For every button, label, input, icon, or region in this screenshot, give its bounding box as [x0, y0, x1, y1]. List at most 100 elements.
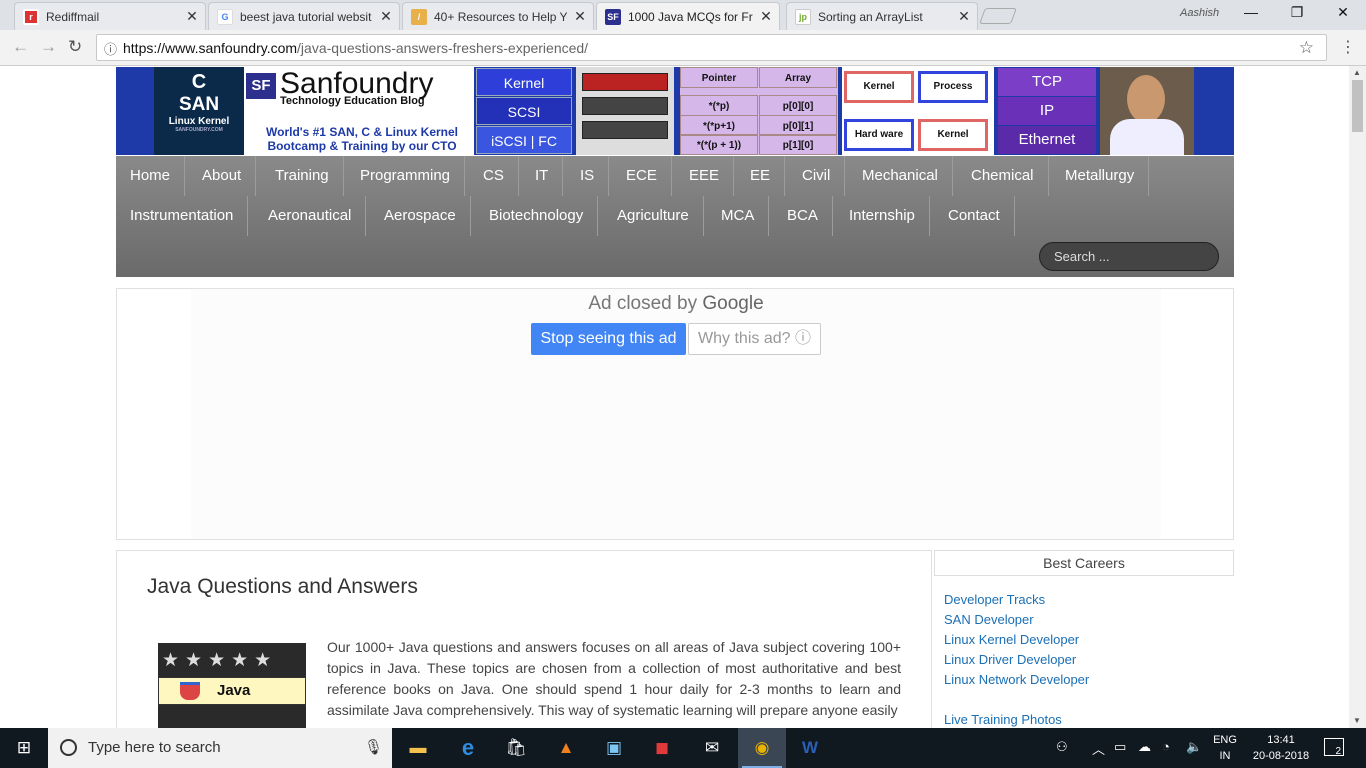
nav-item-about[interactable]: About	[188, 156, 257, 196]
rediffmail-icon: r	[23, 8, 39, 25]
sidebar-link-linux-network-developer[interactable]: Linux Network Developer	[944, 672, 1089, 692]
chrome-icon[interactable]: ◉	[738, 728, 786, 768]
ptr-cell: p[0][0]	[759, 95, 837, 116]
profile-name[interactable]: Aashish	[1180, 7, 1219, 19]
ptr-cell: p[0][1]	[759, 115, 837, 136]
ptr-cell: *(*(p + 1))	[680, 134, 758, 155]
cloud-icon[interactable]: ☁	[1138, 739, 1151, 755]
word-icon[interactable]: W	[786, 728, 834, 768]
store-icon[interactable]: 🛍	[492, 728, 540, 768]
nav-item-chemical[interactable]: Chemical	[957, 156, 1049, 196]
show-hidden-icons-icon[interactable]: ︿	[1092, 739, 1105, 758]
edge-icon[interactable]: e	[444, 728, 492, 768]
nav-item-agriculture[interactable]: Agriculture	[603, 196, 704, 236]
sanfoundry-logo[interactable]: SF Sanfoundry Technology Education Blog …	[244, 67, 474, 155]
nav-item-civil[interactable]: Civil	[788, 156, 846, 196]
region-code: IN	[1219, 750, 1231, 762]
nav-item-cs[interactable]: CS	[469, 156, 519, 196]
bookmark-star-icon[interactable]: ☆	[1299, 38, 1314, 58]
action-center-icon[interactable]: 2	[1324, 738, 1344, 757]
nav-item-internship[interactable]: Internship	[835, 196, 930, 236]
reload-icon[interactable]: ↻	[68, 37, 82, 57]
microphone-icon[interactable]: 🎙	[364, 728, 383, 768]
close-tab-icon[interactable]: ✕	[379, 8, 393, 25]
nav-item-biotechnology[interactable]: Biotechnology	[475, 196, 599, 236]
cortana-icon	[60, 739, 77, 756]
sidebar-link-san-developer[interactable]: SAN Developer	[944, 612, 1089, 632]
remote-desktop-icon[interactable]: ▣	[590, 728, 638, 768]
tab-rediffmail[interactable]: r Rediffmail ✕	[14, 2, 206, 30]
close-tab-icon[interactable]: ✕	[185, 8, 199, 25]
main-nav-menu: Home About Training Programming CS IT IS…	[116, 156, 1234, 277]
restore-icon[interactable]: ❐	[1282, 4, 1312, 21]
nav-item-home[interactable]: Home	[116, 156, 186, 196]
banner-san-text: SAN	[178, 94, 220, 115]
proc-box: Hard ware	[844, 119, 914, 151]
wifi-icon[interactable]: ◔	[1162, 739, 1170, 754]
nav-item-mechanical[interactable]: Mechanical	[848, 156, 953, 196]
site-banner[interactable]: C SAN Linux Kernel SANFOUNDRY.COM SF San…	[116, 67, 1234, 155]
tab-sorting-arraylist[interactable]: jp Sorting an ArrayList ✕	[786, 2, 978, 30]
app-red-icon[interactable]: ◼	[638, 728, 686, 768]
site-search-input[interactable]: Search ...	[1039, 242, 1219, 271]
close-tab-icon[interactable]: ✕	[573, 8, 587, 25]
sidebar-link-linux-driver-developer[interactable]: Linux Driver Developer	[944, 652, 1089, 672]
nav-item-ece[interactable]: ECE	[612, 156, 672, 196]
nav-item-ee[interactable]: EE	[736, 156, 786, 196]
sidebar: Best Careers Developer Tracks SAN Develo…	[934, 550, 1234, 728]
banner-iscsi-box: iSCSI | FC	[476, 126, 572, 154]
nav-item-bca[interactable]: BCA	[773, 196, 833, 236]
tab-sanfoundry[interactable]: SF 1000 Java MCQs for Fresh ✕	[596, 2, 780, 30]
address-bar[interactable]: ⓘ https://www.sanfoundry.com/java-questi…	[96, 34, 1327, 61]
tab-resources[interactable]: / 40+ Resources to Help Yo ✕	[402, 2, 594, 30]
info-icon[interactable]: ⓘ	[104, 39, 117, 58]
battery-icon[interactable]: ▭	[1114, 739, 1126, 755]
close-tab-icon[interactable]: ✕	[759, 8, 773, 25]
minimize-icon[interactable]: —	[1236, 4, 1266, 20]
ad-container: Ad closed by Google Stop seeing this ad …	[116, 288, 1234, 540]
vlc-icon[interactable]: ▲	[542, 728, 590, 768]
why-this-ad-button[interactable]: Why this ad? ⓘ	[688, 323, 821, 355]
google-wordmark: Google	[702, 293, 764, 314]
sidebar-link-linux-kernel-developer[interactable]: Linux Kernel Developer	[944, 632, 1089, 652]
sanfoundry-icon: SF	[605, 8, 621, 25]
scroll-down-icon[interactable]: ▼	[1353, 716, 1361, 725]
page-icon: /	[411, 8, 427, 25]
nav-item-aeronautical[interactable]: Aeronautical	[254, 196, 367, 236]
nav-item-it[interactable]: IT	[521, 156, 564, 196]
sidebar-link-live-training-photos[interactable]: Live Training Photos	[944, 712, 1062, 727]
nav-item-programming[interactable]: Programming	[346, 156, 466, 196]
file-explorer-icon[interactable]: ▬	[394, 728, 442, 768]
taskbar-search-box[interactable]: Type here to search 🎙	[48, 728, 392, 768]
banner-scsi-box: SCSI	[476, 97, 572, 125]
nav-item-instrumentation[interactable]: Instrumentation	[116, 196, 249, 236]
people-icon[interactable]: ⚇	[1056, 739, 1068, 755]
nav-item-aerospace[interactable]: Aerospace	[370, 196, 471, 236]
stop-seeing-ad-button[interactable]: Stop seeing this ad	[531, 323, 686, 355]
language-indicator[interactable]: ENG IN	[1212, 732, 1238, 764]
nav-item-training[interactable]: Training	[261, 156, 344, 196]
tab-google-search[interactable]: G beest java tutorial websit ✕	[208, 2, 400, 30]
nav-item-eee[interactable]: EEE	[675, 156, 735, 196]
nav-item-metallurgy[interactable]: Metallurgy	[1051, 156, 1150, 196]
sidebar-links: Developer Tracks SAN Developer Linux Ker…	[944, 592, 1089, 692]
new-tab-button[interactable]	[979, 8, 1017, 24]
storage-hardware-image	[576, 67, 674, 155]
scroll-up-icon[interactable]: ▲	[1353, 68, 1361, 77]
system-clock[interactable]: 13:41 20-08-2018	[1248, 732, 1314, 764]
close-window-icon[interactable]: ✕	[1328, 4, 1358, 21]
volume-icon[interactable]: 🔈	[1186, 739, 1202, 755]
scrollbar-thumb[interactable]	[1352, 80, 1363, 132]
windows-start-icon[interactable]: ⊞	[0, 728, 48, 768]
close-tab-icon[interactable]: ✕	[957, 8, 971, 25]
vertical-scrollbar[interactable]: ▲ ▼	[1349, 66, 1366, 728]
nav-item-mca[interactable]: MCA	[707, 196, 770, 236]
nav-item-contact[interactable]: Contact	[934, 196, 1015, 236]
back-arrow-icon[interactable]: ←	[12, 37, 29, 57]
sidebar-link-developer-tracks[interactable]: Developer Tracks	[944, 592, 1089, 612]
ptr-cell: Pointer	[680, 67, 758, 88]
mail-icon[interactable]: ✉	[688, 728, 736, 768]
nav-item-is[interactable]: IS	[566, 156, 610, 196]
menu-kebab-icon[interactable]: ⋮	[1340, 37, 1356, 57]
forward-arrow-icon[interactable]: →	[40, 37, 57, 57]
